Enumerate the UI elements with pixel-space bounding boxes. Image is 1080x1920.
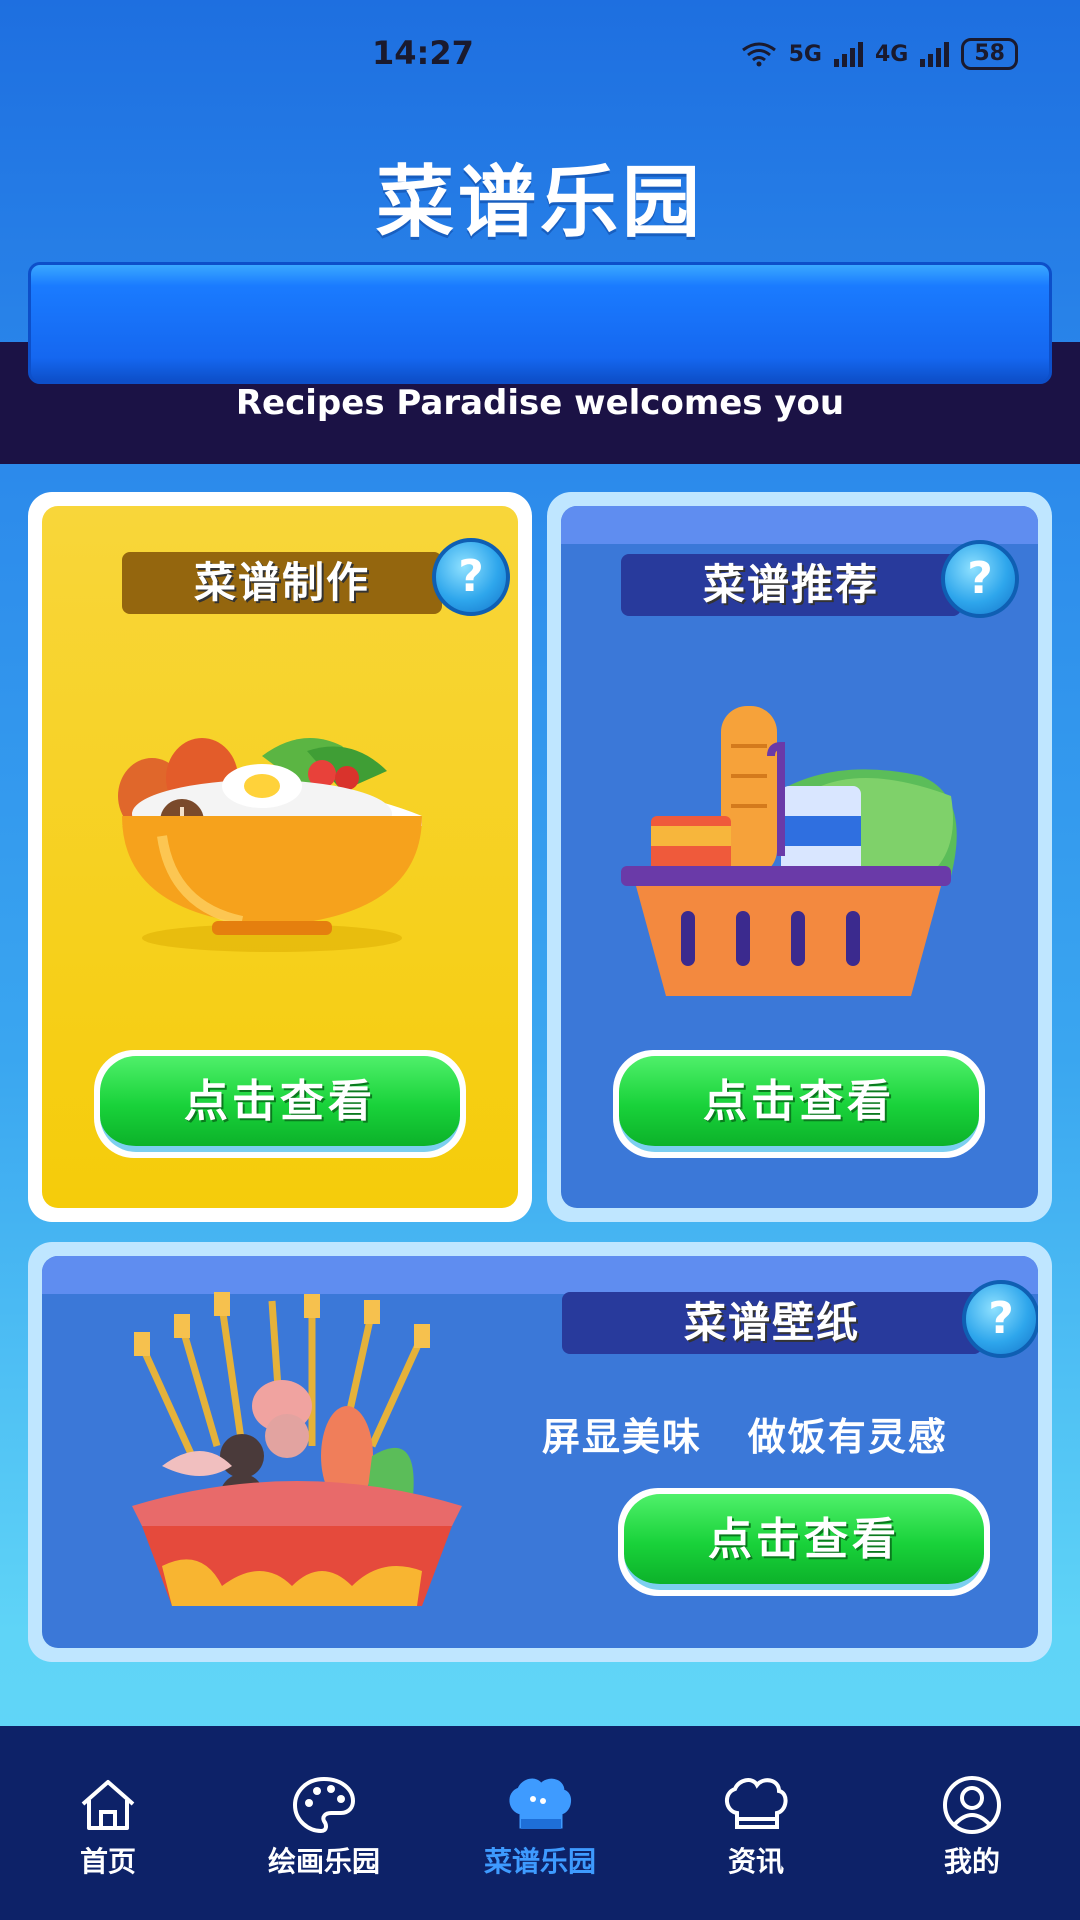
recipe-wallpaper-card[interactable]: 菜谱壁纸 ? 屏显美味 做饭有灵感 点击查看 [28,1242,1052,1662]
status-time: 14:27 [372,34,474,72]
recipe-make-title: 菜谱制作 [122,552,442,614]
welcome-text: Recipes Paradise welcomes you [235,383,845,423]
nav-item-news[interactable]: 资讯 [656,1774,856,1920]
status-icons: 5G 4G 58 [741,38,1018,70]
help-icon[interactable]: ? [962,1280,1038,1358]
signal-icon-2 [920,41,950,67]
recipe-recommend-title: 菜谱推荐 [621,554,961,616]
recipe-wallpaper-view-button[interactable]: 点击查看 [618,1488,990,1596]
button-label: 点击查看 [100,1056,460,1152]
chef-hat-outline-icon [725,1778,788,1829]
grocery-basket-icon [621,706,957,996]
status-bar: 14:27 5G 4G 58 [0,0,1080,110]
page-title: 菜谱乐园 [375,158,704,248]
bottom-nav: 首页 绘画乐园 菜谱乐园 资讯 我的 [0,1726,1080,1920]
recipe-recommend-view-button[interactable]: 点击查看 [613,1050,985,1158]
wifi-icon [741,42,776,67]
button-label: 点击查看 [619,1056,979,1152]
recipe-make-card[interactable]: 菜谱制作 ? 点击查看 [28,492,532,1222]
user-icon [943,1776,1001,1834]
help-icon[interactable]: ? [432,538,510,616]
network-5g-label: 5G [788,41,822,67]
nav-item-painting[interactable]: 绘画乐园 [224,1774,424,1920]
skewer-bowl-icon [132,1292,462,1606]
nav-item-home[interactable]: 首页 [8,1774,208,1920]
battery-indicator: 58 [961,38,1018,70]
nav-item-label: 资讯 [727,1845,784,1878]
signal-icon [834,41,863,67]
nav-item-label: 我的 [943,1845,1000,1878]
nav-item-label: 菜谱乐园 [483,1845,596,1878]
banner-bar [28,262,1052,384]
help-icon[interactable]: ? [941,540,1019,618]
recipe-recommend-card[interactable]: 菜谱推荐 ? 点击查看 [547,492,1052,1222]
recipe-make-view-button[interactable]: 点击查看 [94,1050,466,1158]
palette-icon [292,1776,356,1834]
rice-bowl-icon [118,738,422,952]
nav-item-label: 首页 [79,1845,136,1878]
recipe-wallpaper-title: 菜谱壁纸 [562,1292,982,1354]
network-4g-label: 4G [875,41,909,67]
wallpaper-slogan: 屏显美味 做饭有灵感 [542,1415,948,1459]
home-icon [81,1780,135,1830]
chef-hat-icon [509,1778,571,1829]
nav-item-recipes[interactable]: 菜谱乐园 [440,1774,640,1920]
nav-item-label: 绘画乐园 [267,1845,380,1878]
button-label: 点击查看 [624,1494,984,1590]
nav-item-mine[interactable]: 我的 [872,1774,1072,1920]
